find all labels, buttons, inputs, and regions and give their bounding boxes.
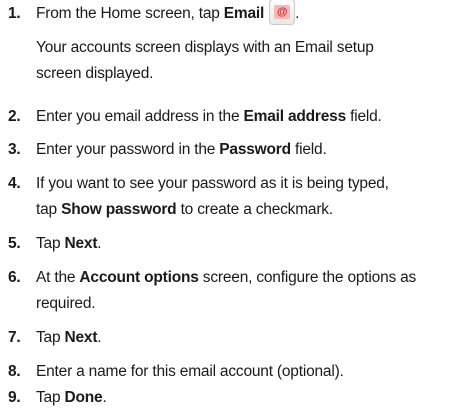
step-text: If you want to see your password as it i… [36,171,466,223]
step-line: tap Show password to create a checkmark. [36,197,466,223]
text-run: . [102,389,107,406]
bold-ui-term: Password [219,141,291,158]
step-line: Tap Done. [36,385,466,411]
step-line: Your accounts screen displays with an Em… [36,35,466,61]
step-text: From the Home screen, tap Email @. Your ac… [36,0,466,87]
step-line: Tap Next. [36,231,466,257]
step-number: 9. [8,389,21,406]
text-run: . [97,235,102,252]
step-line: If you want to see your password as it i… [36,171,466,197]
text-run: field. [346,108,382,125]
step-line: Enter you email address in the Email add… [36,104,466,130]
bold-ui-term: Email [223,5,265,22]
step-text: Tap Next. [36,325,466,351]
step-number: 5. [8,235,21,252]
text-run: From the Home screen, tap [36,5,224,22]
text-run: Tap [36,235,65,252]
text-run: Enter you email address in the [36,108,244,125]
text-run: Enter your password in the [36,141,220,158]
bold-ui-term: Next [64,235,98,252]
step-number: 3. [8,141,21,158]
step-line: screen displayed. [36,61,466,87]
step-text: Tap Next. [36,231,466,257]
bold-ui-term: Account options [79,269,199,286]
text-run: If you want to see your password as it i… [36,175,389,192]
text-run: to create a checkmark. [176,201,334,218]
text-run: required. [36,295,96,312]
bold-ui-term: Done [64,389,103,406]
step-line: At the Account options screen, configure… [36,265,466,291]
text-run: screen displayed. [36,65,154,82]
step-text: At the Account options screen, configure… [36,265,466,317]
text-run: field. [290,141,327,158]
step-number: 1. [8,5,21,22]
step-line: From the Home screen, tap Email @. [36,0,466,27]
step-text: Tap Done. [36,385,466,411]
step-line: Enter a name for this email account (opt… [36,359,466,385]
step-number: 2. [8,108,21,125]
text-run: . [295,5,300,22]
text-run: Tap [36,329,65,346]
step-text: Enter you email address in the Email add… [36,104,466,130]
text-run: Enter a name for this email account (opt… [36,363,344,380]
step-line: Enter your password in the Password fiel… [36,137,466,163]
step-number: 7. [8,329,21,346]
text-run: . [97,329,102,346]
bold-ui-term: Email address [243,108,346,125]
step-text: Enter your password in the Password fiel… [36,137,466,163]
step-line: required. [36,291,466,317]
at-sign-glyph: @ [276,5,288,18]
text-run: Your accounts screen displays with an Em… [36,39,374,56]
bold-ui-term: Show password [61,201,177,218]
email-app-icon: @ [269,0,296,25]
step-number: 6. [8,269,21,286]
step-number: 8. [8,363,21,380]
step-number: 4. [8,175,21,192]
text-run: screen, configure the options as [198,269,417,286]
text-run: tap [36,201,62,218]
text-run: At the [36,269,80,286]
text-run: Tap [36,389,65,406]
step-text: Enter a name for this email account (opt… [36,359,466,385]
step-line: Tap Next. [36,325,466,351]
bold-ui-term: Next [64,329,98,346]
